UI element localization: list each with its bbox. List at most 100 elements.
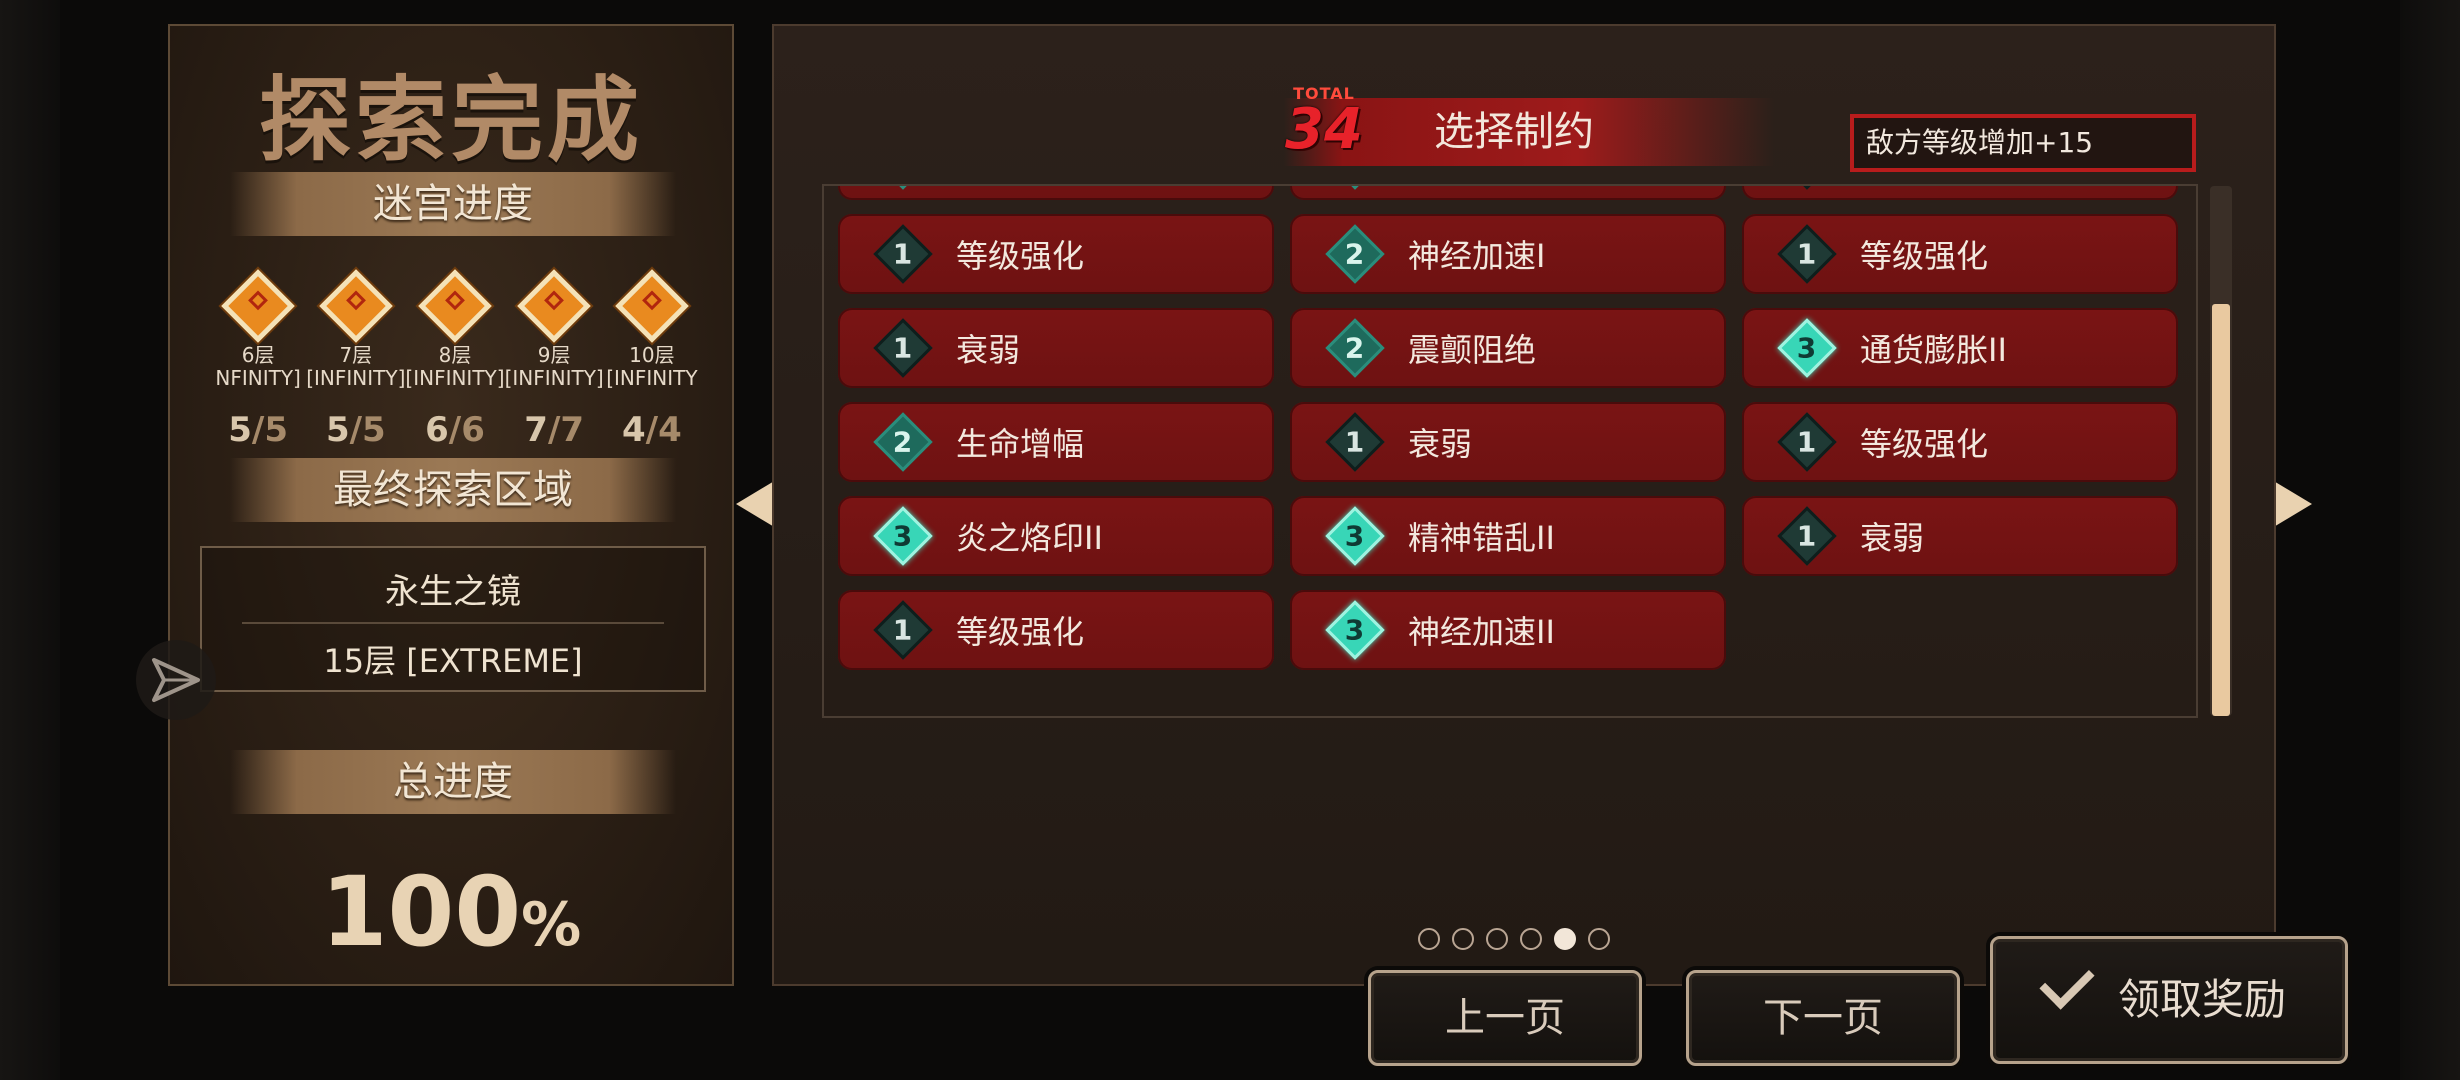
zone-floor: 15层 [EXTREME] xyxy=(323,642,583,680)
total-badge: TOTAL 34 xyxy=(1284,84,1364,162)
constraint-card[interactable]: 1 等级强化 xyxy=(838,590,1274,670)
page-dot[interactable] xyxy=(1452,928,1474,950)
floor-progress: 4/4 xyxy=(604,410,700,450)
rank-diamond-icon: 3 xyxy=(1325,600,1385,660)
floor-name: 6层 xyxy=(241,343,275,367)
rank-diamond-icon: 1 xyxy=(1777,224,1837,284)
floor-progress-total: /6 xyxy=(448,410,485,450)
constraint-label: 等级强化 xyxy=(1860,425,1989,463)
check-icon xyxy=(2039,954,2095,1010)
next-page-button[interactable]: 下一页 xyxy=(1686,970,1960,1066)
rank-diamond-icon xyxy=(1325,186,1385,190)
constraint-card[interactable]: 2 震颤阻绝 xyxy=(1290,308,1726,388)
floor-emblem-icon xyxy=(319,269,393,343)
rank-number: 2 xyxy=(1345,331,1365,365)
rank-diamond-icon: 1 xyxy=(1777,412,1837,472)
exploration-complete-title: 探索完成 xyxy=(258,67,643,174)
floor-emblem-icon xyxy=(615,269,689,343)
constraint-card[interactable]: 1 等级强化 xyxy=(1742,214,2178,294)
page-dot[interactable] xyxy=(1486,928,1508,950)
rank-diamond-icon xyxy=(1777,186,1837,190)
page-dot-active[interactable] xyxy=(1554,928,1576,950)
floor-progress-total: /5 xyxy=(349,410,386,450)
send-icon-glyph xyxy=(152,658,200,702)
floor-item: 7层 [INFINITY] 5/5 xyxy=(306,269,405,450)
constraint-card[interactable]: 1 衰弱 xyxy=(1742,496,2178,576)
scrollbar-thumb[interactable] xyxy=(2212,304,2230,716)
constraint-title: 选择制约 xyxy=(1434,109,1594,155)
floor-mode: [INFINITY] xyxy=(504,366,604,390)
total-badge-count: 34 xyxy=(1285,97,1363,162)
constraint-card[interactable]: 3 神经加速II xyxy=(1290,590,1726,670)
constraint-card[interactable] xyxy=(1742,186,2178,200)
constraint-card[interactable]: 1 等级强化 xyxy=(838,214,1274,294)
floor-item: 6层 NFINITY] 5/5 xyxy=(210,269,306,450)
rank-number: 1 xyxy=(1797,237,1817,271)
rank-number: 3 xyxy=(1797,331,1817,365)
floor-progress-total: /4 xyxy=(645,410,682,450)
page-dot[interactable] xyxy=(1520,928,1542,950)
final-zone-banner: 最终探索区域 xyxy=(230,458,676,522)
rank-number: 1 xyxy=(893,613,913,647)
enemy-level-indicator: 敌方等级增加+15 xyxy=(1850,114,2196,172)
floor-progress-total: /5 xyxy=(251,410,288,450)
rank-diamond-icon: 1 xyxy=(873,318,933,378)
rank-number: 3 xyxy=(1345,519,1365,553)
zone-name: 永生之镜 xyxy=(385,572,521,612)
floor-progress-done: 5 xyxy=(325,410,350,450)
page-dot[interactable] xyxy=(1418,928,1440,950)
rank-diamond-icon: 1 xyxy=(1325,412,1385,472)
constraint-card[interactable] xyxy=(838,186,1274,200)
rank-diamond-icon: 1 xyxy=(873,224,933,284)
constraint-card[interactable] xyxy=(1290,186,1726,200)
rank-diamond-icon: 2 xyxy=(1325,318,1385,378)
constraint-label: 衰弱 xyxy=(1408,425,1473,463)
constraint-label: 衰弱 xyxy=(956,331,1021,369)
send-icon[interactable] xyxy=(136,640,216,720)
floor-progress-list: 6层 NFINITY] 5/5 7层 [INFINITY] 5/5 8层 [IN… xyxy=(210,269,700,450)
rank-number: 2 xyxy=(893,425,913,459)
rank-diamond-icon: 3 xyxy=(873,506,933,566)
floor-progress: 5/5 xyxy=(210,410,306,450)
constraint-label: 神经加速I xyxy=(1408,237,1546,275)
page-indicator xyxy=(1418,928,1610,950)
floor-item: 10层 [INFINITY 4/4 xyxy=(604,269,700,450)
constraint-card[interactable]: 2 生命增幅 xyxy=(838,402,1274,482)
frame-left-edge xyxy=(0,0,60,1080)
constraint-card[interactable]: 2 神经加速I xyxy=(1290,214,1726,294)
floor-progress-done: 7 xyxy=(524,410,548,450)
floor-name: 8层 xyxy=(438,343,472,367)
floor-item: 8层 [INFINITY] 6/6 xyxy=(405,269,505,450)
rank-diamond-icon: 2 xyxy=(1325,224,1385,284)
constraint-label: 衰弱 xyxy=(1860,519,1925,557)
constraint-select-panel: TOTAL 34 选择制约 敌方等级增加+15 1 等级强化 2 神经加速I 1 等级… xyxy=(772,24,2276,986)
floor-name: 7层 xyxy=(339,343,373,367)
page-dot[interactable] xyxy=(1588,928,1610,950)
maze-progress-banner: 迷宫进度 xyxy=(230,172,676,236)
constraint-card[interactable]: 1 衰弱 xyxy=(1290,402,1726,482)
constraint-card[interactable]: 1 等级强化 xyxy=(1742,402,2178,482)
constraint-card[interactable]: 3 精神错乱II xyxy=(1290,496,1726,576)
rank-number: 1 xyxy=(893,237,913,271)
final-zone-box: 永生之镜 15层 [EXTREME] xyxy=(200,546,706,692)
zone-divider xyxy=(242,622,664,624)
rank-diamond-icon: 1 xyxy=(1777,506,1837,566)
constraint-card[interactable]: 1 衰弱 xyxy=(838,308,1274,388)
claim-reward-button[interactable]: 领取奖励 xyxy=(1990,936,2348,1064)
floor-progress: 7/7 xyxy=(505,410,604,450)
constraint-list[interactable]: 1 等级强化 2 神经加速I 1 等级强化 1 衰弱 2 震颤阻绝 3 通货膨胀II 2 生命… xyxy=(822,184,2198,718)
floor-progress-done: 4 xyxy=(621,410,646,450)
floor-emblem-icon xyxy=(221,269,295,343)
rank-diamond-icon: 2 xyxy=(873,412,933,472)
exploration-summary-panel: 探索完成 迷宫进度 6层 NFINITY] 5/5 7层 [INFINITY] … xyxy=(168,24,734,986)
constraint-label: 神经加速II xyxy=(1408,613,1555,651)
prev-page-button[interactable]: 上一页 xyxy=(1368,970,1642,1066)
floor-progress: 5/5 xyxy=(306,410,405,450)
constraint-card[interactable]: 3 炎之烙印II xyxy=(838,496,1274,576)
rank-number: 2 xyxy=(1345,237,1365,271)
constraint-label: 震颤阻绝 xyxy=(1408,331,1537,369)
constraint-card[interactable]: 3 通货膨胀II xyxy=(1742,308,2178,388)
floor-emblem-icon xyxy=(517,269,591,343)
constraint-label: 精神错乱II xyxy=(1408,519,1555,557)
frame-right-edge xyxy=(2400,0,2460,1080)
